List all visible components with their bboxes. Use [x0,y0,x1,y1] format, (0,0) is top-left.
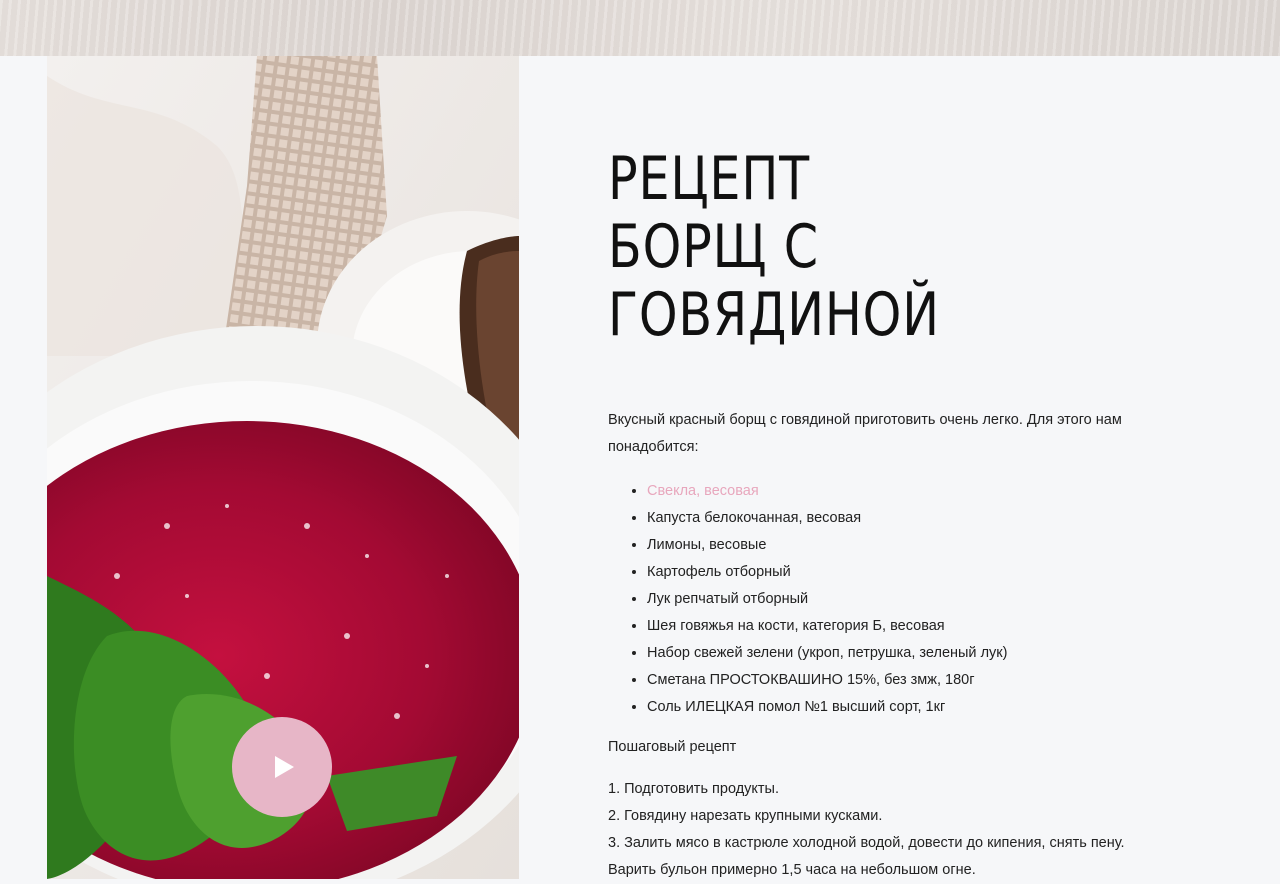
ingredient-item: Капуста белокочанная, весовая [647,505,1007,532]
play-icon [275,756,294,778]
ingredient-item: Картофель отборный [647,559,1007,586]
ingredient-item: Лимоны, весовые [647,532,1007,559]
title-line-3: ГОВЯДИНОЙ [608,280,940,350]
page-title: РЕЦЕПТ БОРЩ С ГОВЯДИНОЙ [608,145,1034,349]
recipe-content: РЕЦЕПТ БОРЩ С ГОВЯДИНОЙ Вкусный красный … [608,145,1168,878]
ingredient-beet-link[interactable]: Свекла, весовая [647,478,1007,505]
ingredient-item: Лук репчатый отборный [647,586,1007,613]
steps-heading: Пошаговый рецепт [608,739,737,755]
play-video-button[interactable] [232,717,332,817]
intro-text: Вкусный красный борщ с говядиной пригото… [608,412,1122,455]
borscht-photo [47,56,519,879]
top-banner [0,0,1280,56]
step-item: 1. Подготовить продукты. [608,781,780,797]
step-item: 3. Залить мясо в кастрюле холодной водой… [608,835,1125,878]
title-line-2: БОРЩ С [608,212,819,282]
ingredients-list: Свекла, весовая Капуста белокочанная, ве… [608,478,1007,721]
ingredient-item: Шея говяжья на кости, категория Б, весов… [647,613,1007,640]
title-line-1: РЕЦЕПТ [608,144,811,214]
steps-list: 1. Подготовить продукты. 2. Говядину нар… [608,776,1148,884]
ingredient-item: Соль ИЛЕЦКАЯ помол №1 высший сорт, 1кг [647,694,1007,721]
ingredient-item: Сметана ПРОСТОКВАШИНО 15%, без змж, 180г [647,667,1007,694]
step-item: 2. Говядину нарезать крупными кусками. [608,808,883,824]
ingredient-item: Набор свежей зелени (укроп, петрушка, зе… [647,640,1007,667]
